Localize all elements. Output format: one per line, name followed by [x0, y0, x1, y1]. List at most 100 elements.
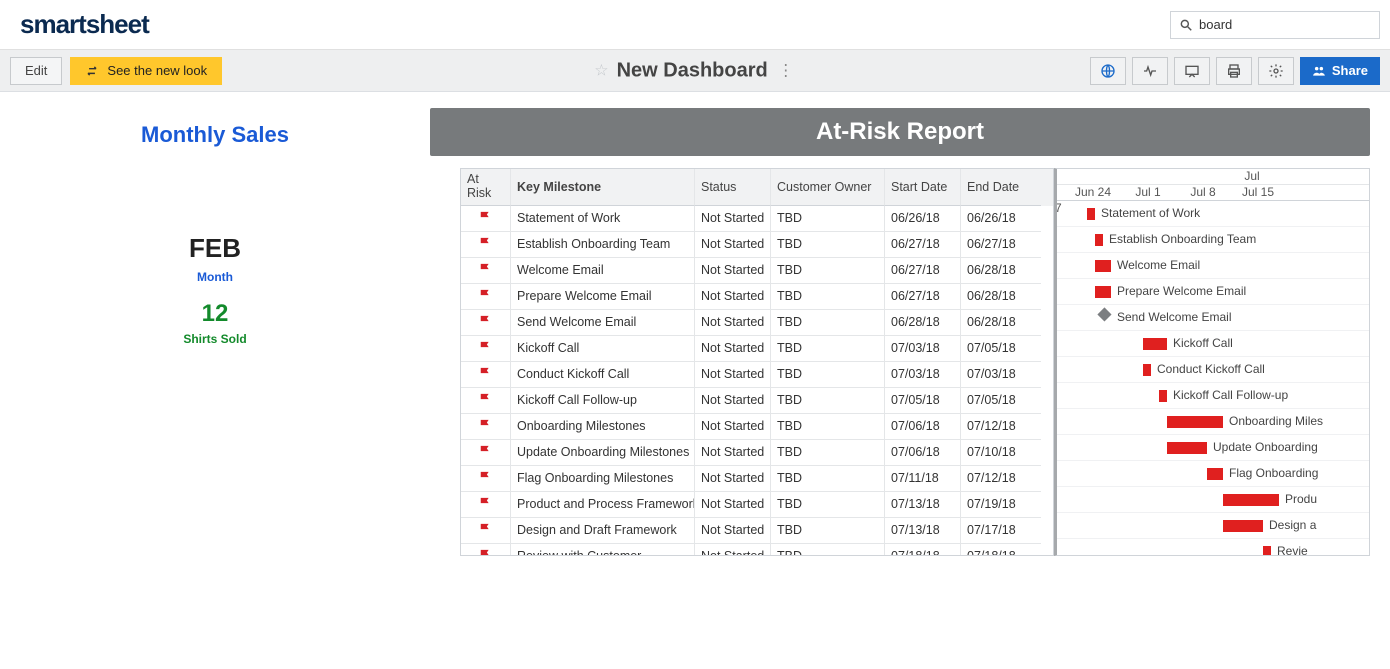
milestone-cell: Flag Onboarding Milestones [511, 466, 695, 492]
flag-cell [461, 440, 511, 466]
table-row[interactable]: Establish Onboarding TeamNot StartedTBD0… [461, 232, 1053, 258]
table-row[interactable]: Design and Draft FrameworkNot StartedTBD… [461, 518, 1053, 544]
search-box[interactable] [1170, 11, 1380, 39]
shirts-label: Shirts Sold [20, 332, 410, 346]
see-new-look-button[interactable]: See the new look [70, 57, 222, 85]
table-row[interactable]: Welcome EmailNot StartedTBD06/27/1806/28… [461, 258, 1053, 284]
col-status[interactable]: Status [695, 169, 771, 206]
start-cell: 06/27/18 [885, 258, 961, 284]
gantt-month-scale: Jul [1057, 169, 1369, 185]
table-row[interactable]: Product and Process FrameworkNot Started… [461, 492, 1053, 518]
end-cell: 07/10/18 [961, 440, 1041, 466]
settings-button[interactable] [1258, 57, 1294, 85]
flag-icon [479, 314, 493, 330]
col-start[interactable]: Start Date [885, 169, 961, 206]
end-cell: 07/17/18 [961, 518, 1041, 544]
share-button[interactable]: Share [1300, 57, 1380, 85]
gantt-row: Produ [1057, 487, 1369, 513]
gantt-tick: Jul 15 [1242, 185, 1274, 199]
activity-button[interactable] [1132, 57, 1168, 85]
status-cell: Not Started [695, 414, 771, 440]
milestone-cell: Kickoff Call [511, 336, 695, 362]
owner-cell: TBD [771, 206, 885, 232]
start-cell: 06/27/18 [885, 232, 961, 258]
gantt-bar[interactable] [1207, 468, 1223, 480]
col-at-risk[interactable]: At Risk [461, 169, 511, 206]
owner-cell: TBD [771, 440, 885, 466]
table-row[interactable]: Send Welcome EmailNot StartedTBD06/28/18… [461, 310, 1053, 336]
print-button[interactable] [1216, 57, 1252, 85]
owner-cell: TBD [771, 414, 885, 440]
gantt-bar[interactable] [1167, 416, 1223, 428]
gantt-bar[interactable] [1095, 260, 1111, 272]
col-end[interactable]: End Date [961, 169, 1041, 206]
gantt-bar-label: Send Welcome Email [1113, 310, 1232, 324]
milestone-cell: Kickoff Call Follow-up [511, 388, 695, 414]
gantt-bar[interactable] [1223, 494, 1279, 506]
owner-cell: TBD [771, 258, 885, 284]
gantt-row: Onboarding Miles [1057, 409, 1369, 435]
flag-cell [461, 206, 511, 232]
gantt-bar-label: Flag Onboarding [1225, 466, 1318, 480]
col-milestone[interactable]: Key Milestone [511, 169, 695, 206]
start-cell: 07/13/18 [885, 518, 961, 544]
gantt-bar-label: Welcome Email [1113, 258, 1200, 272]
present-button[interactable] [1174, 57, 1210, 85]
table-row[interactable]: Kickoff Call Follow-upNot StartedTBD07/0… [461, 388, 1053, 414]
col-owner[interactable]: Customer Owner [771, 169, 885, 206]
gantt-bar[interactable] [1143, 338, 1167, 350]
owner-cell: TBD [771, 362, 885, 388]
start-cell: 07/11/18 [885, 466, 961, 492]
flag-cell [461, 284, 511, 310]
gantt-row: Update Onboarding [1057, 435, 1369, 461]
status-cell: Not Started [695, 492, 771, 518]
gantt-bar-label: Establish Onboarding Team [1105, 232, 1256, 246]
table-row[interactable]: Conduct Kickoff CallNot StartedTBD07/03/… [461, 362, 1053, 388]
report-grid[interactable]: At Risk Key Milestone Status Customer Ow… [460, 168, 1054, 556]
gantt-row: Design a [1057, 513, 1369, 539]
table-row[interactable]: Kickoff CallNot StartedTBD07/03/1807/05/… [461, 336, 1053, 362]
table-row[interactable]: Prepare Welcome EmailNot StartedTBD06/27… [461, 284, 1053, 310]
present-icon [1184, 63, 1200, 79]
globe-button[interactable] [1090, 57, 1126, 85]
gantt-row: Conduct Kickoff Call [1057, 357, 1369, 383]
start-cell: 07/18/18 [885, 544, 961, 557]
gantt-chart[interactable]: Jul 7 Jun 24Jul 1Jul 8Jul 15 Statement o… [1054, 168, 1370, 556]
status-cell: Not Started [695, 284, 771, 310]
gantt-bar[interactable] [1087, 208, 1095, 220]
flag-cell [461, 466, 511, 492]
table-row[interactable]: Onboarding MilestonesNot StartedTBD07/06… [461, 414, 1053, 440]
gantt-tick: Jul 1 [1135, 185, 1160, 199]
milestone-cell: Send Welcome Email [511, 310, 695, 336]
flag-cell [461, 518, 511, 544]
end-cell: 07/03/18 [961, 362, 1041, 388]
table-row[interactable]: Review with CustomerNot StartedTBD07/18/… [461, 544, 1053, 557]
gantt-bar[interactable] [1095, 286, 1111, 298]
flag-cell [461, 310, 511, 336]
table-row[interactable]: Flag Onboarding MilestonesNot StartedTBD… [461, 466, 1053, 492]
milestone-cell: Prepare Welcome Email [511, 284, 695, 310]
edit-button[interactable]: Edit [10, 57, 62, 85]
table-row[interactable]: Update Onboarding MilestonesNot StartedT… [461, 440, 1053, 466]
title-menu-icon[interactable]: ⋮ [778, 61, 796, 81]
start-cell: 07/03/18 [885, 362, 961, 388]
flag-cell [461, 362, 511, 388]
start-cell: 06/27/18 [885, 284, 961, 310]
brand-logo: smartsheet [20, 9, 149, 40]
gantt-bar[interactable] [1143, 364, 1151, 376]
grid-header: At Risk Key Milestone Status Customer Ow… [461, 169, 1053, 206]
gantt-bar[interactable] [1167, 442, 1207, 454]
gantt-bar[interactable] [1095, 234, 1103, 246]
end-cell: 06/28/18 [961, 284, 1041, 310]
table-row[interactable]: Statement of WorkNot StartedTBD06/26/180… [461, 206, 1053, 232]
milestone-cell: Onboarding Milestones [511, 414, 695, 440]
owner-cell: TBD [771, 232, 885, 258]
flag-icon [479, 496, 493, 512]
gantt-bar[interactable] [1159, 390, 1167, 402]
favorite-star-icon[interactable]: ☆ [594, 61, 608, 81]
gantt-bar[interactable] [1263, 546, 1271, 556]
milestone-cell: Design and Draft Framework [511, 518, 695, 544]
search-input[interactable] [1193, 17, 1371, 32]
milestone-cell: Welcome Email [511, 258, 695, 284]
gantt-bar[interactable] [1223, 520, 1263, 532]
